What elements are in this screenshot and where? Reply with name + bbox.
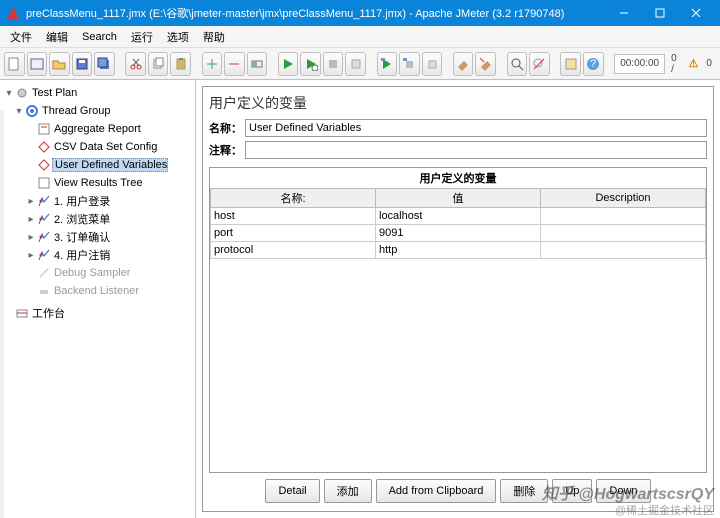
editor-panel: 用户定义的变量 名称： 注释： 用户定义的变量 名称: 值 Descriptio… (196, 80, 720, 518)
backend-icon (36, 284, 52, 298)
menu-search[interactable]: Search (76, 29, 123, 45)
csv-icon (36, 140, 52, 154)
app-icon (6, 6, 20, 20)
save-icon[interactable] (72, 52, 93, 76)
add-clipboard-button[interactable]: Add from Clipboard (376, 479, 497, 503)
templates-icon[interactable] (27, 52, 48, 76)
error-count: 0 (702, 58, 716, 69)
sampler-icon (36, 230, 52, 244)
window-controls (606, 0, 714, 26)
col-desc[interactable]: Description (541, 189, 706, 208)
stop-icon[interactable] (323, 52, 344, 76)
threadgroup-icon (24, 104, 40, 118)
copy-icon[interactable] (148, 52, 169, 76)
open-icon[interactable] (49, 52, 70, 76)
results-icon (36, 176, 52, 190)
window-title: preClassMenu_1117.jmx (E:\谷歌\jmeter-mast… (26, 5, 606, 21)
clear-all-icon[interactable] (475, 52, 496, 76)
remote-stop-icon[interactable] (399, 52, 420, 76)
svg-text:?: ? (590, 58, 596, 70)
add-button[interactable]: 添加 (324, 479, 372, 503)
run-icon[interactable] (278, 52, 299, 76)
maximize-button[interactable] (642, 0, 678, 26)
testplan-icon (14, 86, 30, 100)
run-count: 0 / (667, 53, 684, 75)
menu-help[interactable]: 帮助 (197, 27, 231, 47)
menubar: 文件 编辑 Search 运行 选项 帮助 (0, 26, 720, 48)
toggle-icon[interactable] (247, 52, 268, 76)
clear-icon[interactable] (453, 52, 474, 76)
name-field[interactable] (245, 119, 707, 137)
tree-item[interactable]: 2. 浏览菜单 (52, 211, 110, 227)
menu-options[interactable]: 选项 (161, 27, 195, 47)
comment-label: 注释： (209, 142, 245, 158)
remote-shutdown-icon[interactable] (422, 52, 443, 76)
reset-search-icon[interactable] (529, 52, 550, 76)
timer-display: 00:00:00 (614, 54, 665, 74)
variables-table[interactable]: 名称: 值 Description hostlocalhost port9091… (210, 188, 706, 259)
sampler-icon (36, 212, 52, 226)
workbench-icon (14, 306, 30, 320)
tree-item-disabled[interactable]: Backend Listener (52, 285, 139, 297)
run-notimers-icon[interactable] (300, 52, 321, 76)
test-plan-tree[interactable]: ▾Test Plan ▾Thread Group Aggregate Repor… (0, 80, 196, 518)
tree-item[interactable]: CSV Data Set Config (52, 141, 157, 153)
tree-item[interactable]: 1. 用户登录 (52, 193, 110, 209)
tree-item[interactable]: 4. 用户注销 (52, 247, 110, 263)
down-button[interactable]: Down (596, 479, 650, 503)
menu-edit[interactable]: 编辑 (40, 27, 74, 47)
col-name[interactable]: 名称: (211, 189, 376, 208)
remote-start-icon[interactable] (377, 52, 398, 76)
close-button[interactable] (678, 0, 714, 26)
collapse-icon[interactable] (224, 52, 245, 76)
comment-field[interactable] (245, 141, 707, 159)
col-value[interactable]: 值 (376, 189, 541, 208)
tree-scrollbar[interactable] (0, 110, 4, 518)
search-icon[interactable] (507, 52, 528, 76)
menu-file[interactable]: 文件 (4, 27, 38, 47)
tree-item-selected[interactable]: User Defined Variables (52, 158, 168, 172)
button-row: Detail 添加 Add from Clipboard 删除 Up Down (209, 473, 707, 505)
tree-item-disabled[interactable]: Debug Sampler (52, 267, 130, 279)
minimize-button[interactable] (606, 0, 642, 26)
debug-icon (36, 266, 52, 280)
titlebar: preClassMenu_1117.jmx (E:\谷歌\jmeter-mast… (0, 0, 720, 26)
up-button[interactable]: Up (552, 479, 592, 503)
name-label: 名称： (209, 120, 245, 136)
table-title: 用户定义的变量 (210, 168, 706, 188)
toolbar: ? 00:00:00 0 / ⚠ 0 (0, 48, 720, 80)
table-row: hostlocalhost (211, 208, 706, 225)
menu-run[interactable]: 运行 (125, 27, 159, 47)
sampler-icon (36, 194, 52, 208)
expand-icon[interactable] (202, 52, 223, 76)
warning-icon[interactable]: ⚠ (686, 57, 700, 70)
shutdown-icon[interactable] (345, 52, 366, 76)
table-row: protocolhttp (211, 242, 706, 259)
tree-item[interactable]: View Results Tree (52, 177, 142, 189)
sampler-icon (36, 248, 52, 262)
help-icon[interactable]: ? (583, 52, 604, 76)
variables-icon (36, 158, 52, 172)
tree-workbench[interactable]: 工作台 (30, 305, 65, 321)
detail-button[interactable]: Detail (265, 479, 319, 503)
tree-item[interactable]: Aggregate Report (52, 123, 141, 135)
function-helper-icon[interactable] (560, 52, 581, 76)
report-icon (36, 122, 52, 136)
tree-root[interactable]: Test Plan (30, 87, 77, 99)
table-row: port9091 (211, 225, 706, 242)
tree-threadgroup[interactable]: Thread Group (40, 105, 110, 117)
delete-button[interactable]: 删除 (500, 479, 548, 503)
save-all-icon[interactable] (94, 52, 115, 76)
paste-icon[interactable] (170, 52, 191, 76)
new-icon[interactable] (4, 52, 25, 76)
tree-item[interactable]: 3. 订单确认 (52, 229, 110, 245)
panel-heading: 用户定义的变量 (209, 93, 707, 113)
variables-table-wrap: 用户定义的变量 名称: 值 Description hostlocalhost … (209, 167, 707, 473)
cut-icon[interactable] (125, 52, 146, 76)
